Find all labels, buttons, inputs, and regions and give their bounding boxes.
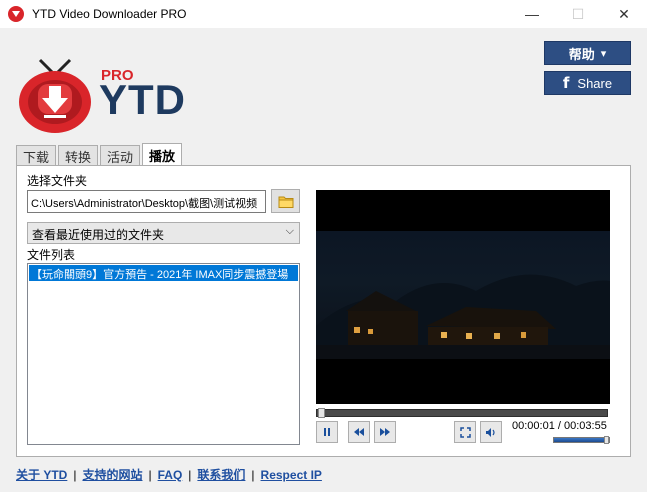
chevron-down-icon: ▾: [600, 47, 607, 60]
tab-bar: 下载 转换 活动 播放: [16, 143, 184, 166]
app-icon: [8, 6, 24, 22]
folder-icon: [278, 196, 293, 208]
file-list[interactable]: 【玩命關頭9】官方預告 - 2021年 IMAX同步震撼登場: [27, 263, 300, 445]
select-folder-label: 选择文件夹: [27, 174, 88, 188]
browse-folder-button[interactable]: [271, 189, 300, 213]
separator: |: [73, 467, 77, 482]
separator: |: [148, 467, 152, 482]
list-item[interactable]: 【玩命關頭9】官方預告 - 2021年 IMAX同步震撼登場: [29, 265, 298, 281]
close-button[interactable]: ✕: [601, 0, 647, 28]
share-label: Share: [577, 75, 613, 91]
fast-forward-icon: [380, 428, 390, 436]
separator: |: [251, 467, 255, 482]
play-panel: 选择文件夹 C:\Users\Administrator\Desktop\截图\…: [16, 165, 631, 457]
chevron-down-icon: ⌵: [285, 225, 294, 237]
video-frame: [316, 231, 610, 359]
video-player[interactable]: [316, 190, 610, 404]
seek-bar[interactable]: [316, 408, 608, 418]
recent-folders-dropdown[interactable]: 查看最近使用过的文件夹 ⌵: [27, 222, 300, 244]
pause-button[interactable]: [316, 421, 338, 443]
title-bar: YTD Video Downloader PRO — ☐ ✕: [0, 0, 647, 28]
about-link[interactable]: 关于 YTD: [16, 466, 67, 483]
contact-link[interactable]: 联系我们: [197, 466, 245, 483]
video-scene: [316, 274, 610, 359]
volume-slider[interactable]: [553, 436, 610, 444]
volume-handle[interactable]: [604, 436, 609, 444]
fullscreen-button[interactable]: [454, 421, 476, 443]
rewind-button[interactable]: [348, 421, 370, 443]
minimize-button[interactable]: —: [509, 0, 555, 28]
tab-activity[interactable]: 活动: [100, 145, 141, 166]
supported-sites-link[interactable]: 支持的网站: [82, 466, 142, 483]
logo-ytd-text: YTD: [99, 76, 186, 123]
maximize-button[interactable]: ☐: [555, 0, 601, 28]
facebook-icon: f: [562, 74, 570, 92]
tab-download[interactable]: 下载: [16, 145, 57, 166]
footer-links: 关于 YTD | 支持的网站 | FAQ | 联系我们 | Respect IP: [16, 466, 322, 483]
rewind-icon: [354, 428, 364, 436]
help-label: 帮助: [568, 46, 595, 62]
seek-handle[interactable]: [318, 408, 326, 418]
window-controls: — ☐ ✕: [509, 0, 647, 28]
tab-play[interactable]: 播放: [142, 143, 183, 166]
fast-forward-button[interactable]: [374, 421, 396, 443]
tab-convert[interactable]: 转换: [58, 145, 99, 166]
time-display: 00:00:01 / 00:03:55: [512, 420, 607, 432]
share-button[interactable]: f Share: [544, 71, 631, 95]
speaker-icon: [486, 427, 495, 437]
volume-button[interactable]: [480, 421, 502, 443]
faq-link[interactable]: FAQ: [158, 468, 183, 482]
help-button[interactable]: 帮助 ▾: [544, 41, 631, 65]
window-title: YTD Video Downloader PRO: [32, 7, 187, 21]
respect-ip-link[interactable]: Respect IP: [261, 468, 322, 482]
header: PRO YTD 帮助 ▾ f Share: [0, 28, 647, 140]
pause-icon: [324, 428, 330, 436]
fullscreen-icon: [459, 426, 471, 438]
recent-folders-label: 查看最近使用过的文件夹: [32, 228, 165, 242]
file-list-label: 文件列表: [27, 248, 76, 262]
folder-path-input[interactable]: C:\Users\Administrator\Desktop\截图\测试视频: [27, 190, 266, 213]
separator: |: [188, 467, 192, 482]
